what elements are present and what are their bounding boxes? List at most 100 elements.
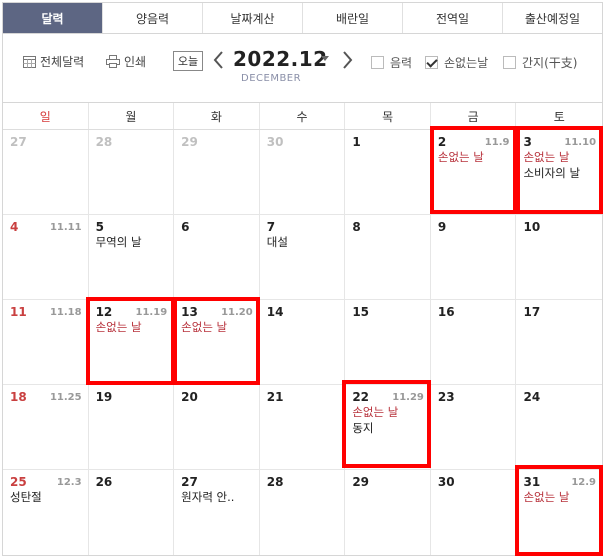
calendar-day-cell[interactable]: 21: [260, 385, 346, 469]
day-number: 15: [352, 305, 370, 319]
lunar-date: 11.11: [49, 222, 82, 233]
month-subtitle: DECEMBER: [241, 73, 302, 84]
weekday-label: 토: [553, 109, 565, 124]
day-number: 9: [437, 220, 447, 234]
day-number: 23: [437, 390, 455, 404]
calendar-tabs: 달력 양음력 날짜계산 배란일 전역일 출산예정일: [2, 2, 603, 34]
calendar-day-cell[interactable]: 20: [174, 385, 260, 469]
calendar-day-cell[interactable]: 25 12.3 성탄절: [3, 470, 89, 555]
holiday-event[interactable]: 소비자의 날: [523, 166, 602, 181]
calendar-day-cell[interactable]: 19: [89, 385, 175, 469]
calendar-grid: 일월화수목금토 27 28 29 30 1 2 11.9 손없는 날 3 11.10 손없는 날 소비…: [2, 102, 603, 556]
calendar-day-cell[interactable]: 7 대설: [260, 215, 346, 299]
calendar-day-cell[interactable]: 24: [516, 385, 602, 469]
day-number: 30: [437, 475, 455, 489]
calendar-day-cell[interactable]: 31 12.9 손없는 날: [516, 470, 602, 555]
day-number: 20: [181, 390, 198, 404]
nohand-day-event[interactable]: 손없는 날: [438, 150, 516, 165]
chevron-left-icon[interactable]: [211, 48, 227, 72]
month-title: 2022.12: [233, 47, 328, 71]
nohand-checkbox-label: 손없는날: [444, 56, 489, 70]
lunar-date: 11.19: [135, 307, 168, 318]
printer-icon: [106, 55, 120, 68]
calendar-day-cell[interactable]: 14: [260, 300, 346, 384]
calendar-day-cell[interactable]: 4 11.11: [3, 215, 89, 299]
tab-discharge[interactable]: 전역일: [403, 3, 503, 33]
holiday-event[interactable]: 성탄절: [10, 490, 88, 505]
nohand-day-event[interactable]: 손없는 날: [523, 490, 602, 505]
calendar-day-cell[interactable]: 13 11.20 손없는 날: [174, 300, 260, 384]
full-calendar-button[interactable]: 전체달력: [23, 53, 84, 70]
calendar-day-cell[interactable]: 15: [345, 300, 431, 384]
nohand-day-event[interactable]: 손없는 날: [181, 320, 259, 335]
calendar-day-cell[interactable]: 27: [3, 130, 89, 214]
calendar-day-cell[interactable]: 26: [89, 470, 175, 555]
lunar-date: 11.9: [484, 137, 510, 148]
calendar-day-cell[interactable]: 8: [345, 215, 431, 299]
calendar-day-cell[interactable]: 10: [516, 215, 602, 299]
lunar-checkbox-label: 음력: [390, 56, 413, 70]
holiday-event[interactable]: 원자력 안..: [181, 490, 259, 505]
nohand-day-event[interactable]: 손없는 날: [352, 405, 430, 420]
calendar-day-cell[interactable]: 17: [516, 300, 602, 384]
day-number: 8: [352, 220, 361, 234]
lunar-date: 11.20: [221, 307, 253, 318]
tab-lunar-solar[interactable]: 양음력: [103, 3, 203, 33]
calendar-day-cell[interactable]: 27 원자력 안..: [174, 470, 260, 555]
nohand-day-event[interactable]: 손없는 날: [96, 320, 174, 335]
calendar-day-cell[interactable]: 12 11.19 손없는 날: [89, 300, 175, 384]
calendar-day-cell[interactable]: 29: [345, 470, 431, 555]
nohand-day-event[interactable]: 손없는 날: [523, 150, 602, 165]
day-number: 6: [181, 220, 190, 234]
holiday-event[interactable]: 무역의 날: [96, 235, 174, 250]
holiday-event[interactable]: 동지: [352, 421, 430, 436]
checkbox-box: [371, 56, 384, 69]
tab-calendar[interactable]: 달력: [3, 3, 103, 33]
calendar-week-row: 25 12.3 성탄절 26 27 원자력 안.. 28 29 30 31 12.9 손없는 날: [3, 470, 602, 555]
calendar-day-cell[interactable]: 29: [174, 130, 260, 214]
weekday-label: 일: [3, 103, 89, 129]
day-number: 29: [181, 135, 198, 149]
print-label: 인쇄: [124, 55, 147, 69]
calendar-day-cell[interactable]: 16: [431, 300, 517, 384]
calendar-day-cell[interactable]: 9: [431, 215, 517, 299]
calendar-day-cell[interactable]: 30: [260, 130, 346, 214]
calendar-week-row: 18 11.25 19 20 21 22 11.29 손없는 날 동지 23 24: [3, 385, 602, 470]
calendar-day-cell[interactable]: 6: [174, 215, 260, 299]
calendar-icon: [23, 56, 36, 68]
calendar-day-cell[interactable]: 28: [260, 470, 346, 555]
checkbox-box: [503, 56, 516, 69]
caret-down-icon[interactable]: [321, 56, 329, 61]
calendar-day-cell[interactable]: 28: [89, 130, 175, 214]
print-button[interactable]: 인쇄: [106, 53, 146, 70]
calendar-day-cell[interactable]: 2 11.9 손없는 날: [431, 130, 517, 214]
day-number: 28: [95, 135, 113, 149]
lunar-checkbox[interactable]: 음력: [371, 54, 412, 71]
weekday-header: 일월화수목금 토: [3, 103, 602, 130]
calendar-day-cell[interactable]: 23: [431, 385, 517, 469]
calendar-day-cell[interactable]: 3 11.10 손없는 날 소비자의 날: [516, 130, 602, 214]
holiday-event[interactable]: 대설: [267, 235, 345, 250]
full-calendar-label: 전체달력: [40, 55, 85, 69]
calendar-day-cell[interactable]: 11 11.18: [3, 300, 89, 384]
calendar-day-cell[interactable]: 18 11.25: [3, 385, 89, 469]
calendar-day-cell[interactable]: 5 무역의 날: [89, 215, 175, 299]
calendar-day-cell[interactable]: 1: [345, 130, 431, 214]
day-number: 14: [266, 305, 284, 319]
checkbox-box-checked: [425, 56, 438, 69]
tab-ovulation[interactable]: 배란일: [303, 3, 403, 33]
chevron-right-icon[interactable]: [339, 48, 355, 72]
calendar-day-cell[interactable]: 22 11.29 손없는 날 동지: [345, 385, 431, 469]
ganji-checkbox[interactable]: 간지(干支): [503, 54, 577, 71]
today-button[interactable]: 오늘: [173, 51, 203, 71]
day-number: 28: [266, 475, 284, 489]
tab-due-date[interactable]: 출산예정일: [503, 3, 602, 33]
day-number: 1: [352, 135, 361, 149]
weekday-label: 수: [260, 103, 346, 129]
calendar-week-row: 27 28 29 30 1 2 11.9 손없는 날 3 11.10 손없는 날 소비자의 날: [3, 130, 602, 215]
calendar-day-cell[interactable]: 30: [431, 470, 517, 555]
calendar-toolbar: 전체달력 인쇄 오늘 2022.12 DECEMBER 음력 손없는날 간지(干…: [2, 34, 603, 102]
nohand-day-checkbox[interactable]: 손없는날: [425, 54, 488, 71]
lunar-date: 11.10: [564, 137, 597, 148]
tab-date-calc[interactable]: 날짜계산: [203, 3, 303, 33]
